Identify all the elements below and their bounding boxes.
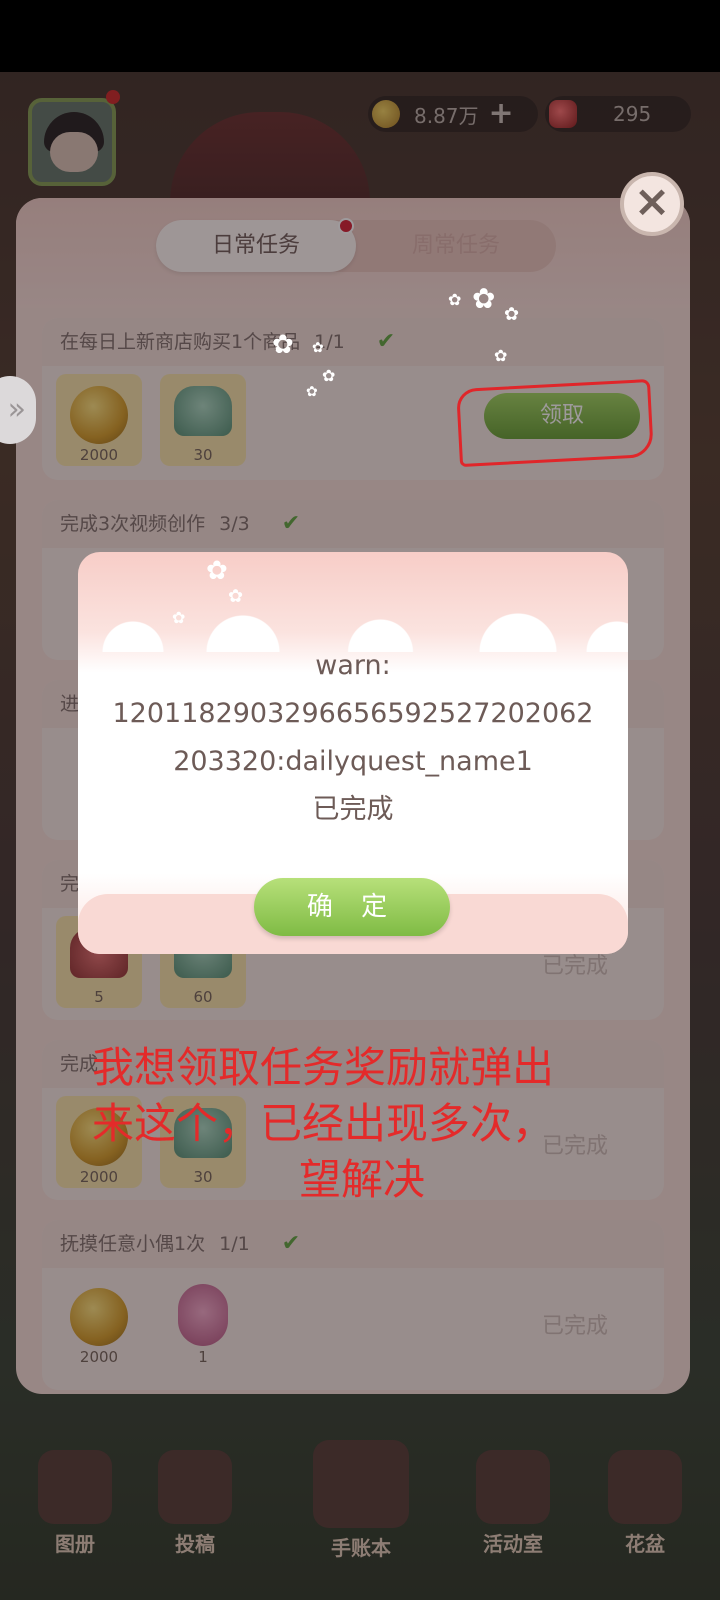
nav-label: 手账本 (331, 1536, 391, 1560)
sparkle-icon: ✿ (322, 366, 336, 385)
annotation-text: 我想领取任务奖励就弹出 来这个，已经出现多次， 望解决 (92, 1040, 632, 1208)
nav-journal[interactable]: 手账本 (296, 1410, 426, 1560)
sparkle-icon: ✿ (494, 346, 508, 365)
expand-arrow-icon[interactable]: » (0, 376, 36, 444)
bear-icon (476, 1450, 550, 1524)
close-icon[interactable]: × (620, 172, 684, 236)
warning-dialog: ✿ ✿ ✿ warn: 1201182903296656592527202062… (78, 552, 628, 954)
message-line: 1201182903296656592527202062 (112, 698, 594, 729)
annotation-line: 望解决 (298, 1155, 425, 1204)
sparkle-icon: ✿ (306, 384, 318, 400)
nav-label: 活动室 (483, 1532, 543, 1556)
sparkle-icon: ✿ (504, 304, 520, 325)
annotation-line: 来这个，已经出现多次， (92, 1099, 555, 1148)
status-bar (0, 0, 720, 72)
nav-label: 投稿 (175, 1532, 215, 1556)
journal-icon (313, 1440, 409, 1528)
message-line: 203320:dailyquest_name1 (173, 746, 533, 777)
sparkle-icon: ✿ (472, 282, 496, 315)
flower-icon: ✿ (172, 608, 186, 627)
bottom-nav: 图册 投稿 手账本 活动室 花盆 (0, 1410, 720, 1600)
flower-pot-icon (608, 1450, 682, 1524)
nav-label: 图册 (55, 1532, 95, 1556)
nav-activity[interactable]: 活动室 (458, 1410, 568, 1560)
nav-submit[interactable]: 投稿 (140, 1410, 250, 1560)
annotation-circle (456, 378, 654, 468)
sparkle-icon: ✿ (272, 330, 294, 360)
annotation-line: 我想领取任务奖励就弹出 (92, 1043, 555, 1092)
film-icon (158, 1450, 232, 1524)
album-icon (38, 1450, 112, 1524)
nav-label: 花盆 (625, 1532, 665, 1556)
confirm-button[interactable]: 确 定 (254, 878, 450, 936)
message-line: 已完成 (312, 794, 394, 825)
message-line: warn: (315, 650, 391, 681)
flower-icon: ✿ (228, 586, 244, 607)
dialog-message: warn: 1201182903296656592527202062 20332… (78, 642, 628, 834)
nav-flowerpot[interactable]: 花盆 (590, 1410, 700, 1560)
sparkle-icon: ✿ (448, 290, 462, 309)
nav-album[interactable]: 图册 (20, 1410, 130, 1560)
flower-icon: ✿ (206, 556, 228, 586)
sparkle-icon: ✿ (312, 340, 324, 356)
